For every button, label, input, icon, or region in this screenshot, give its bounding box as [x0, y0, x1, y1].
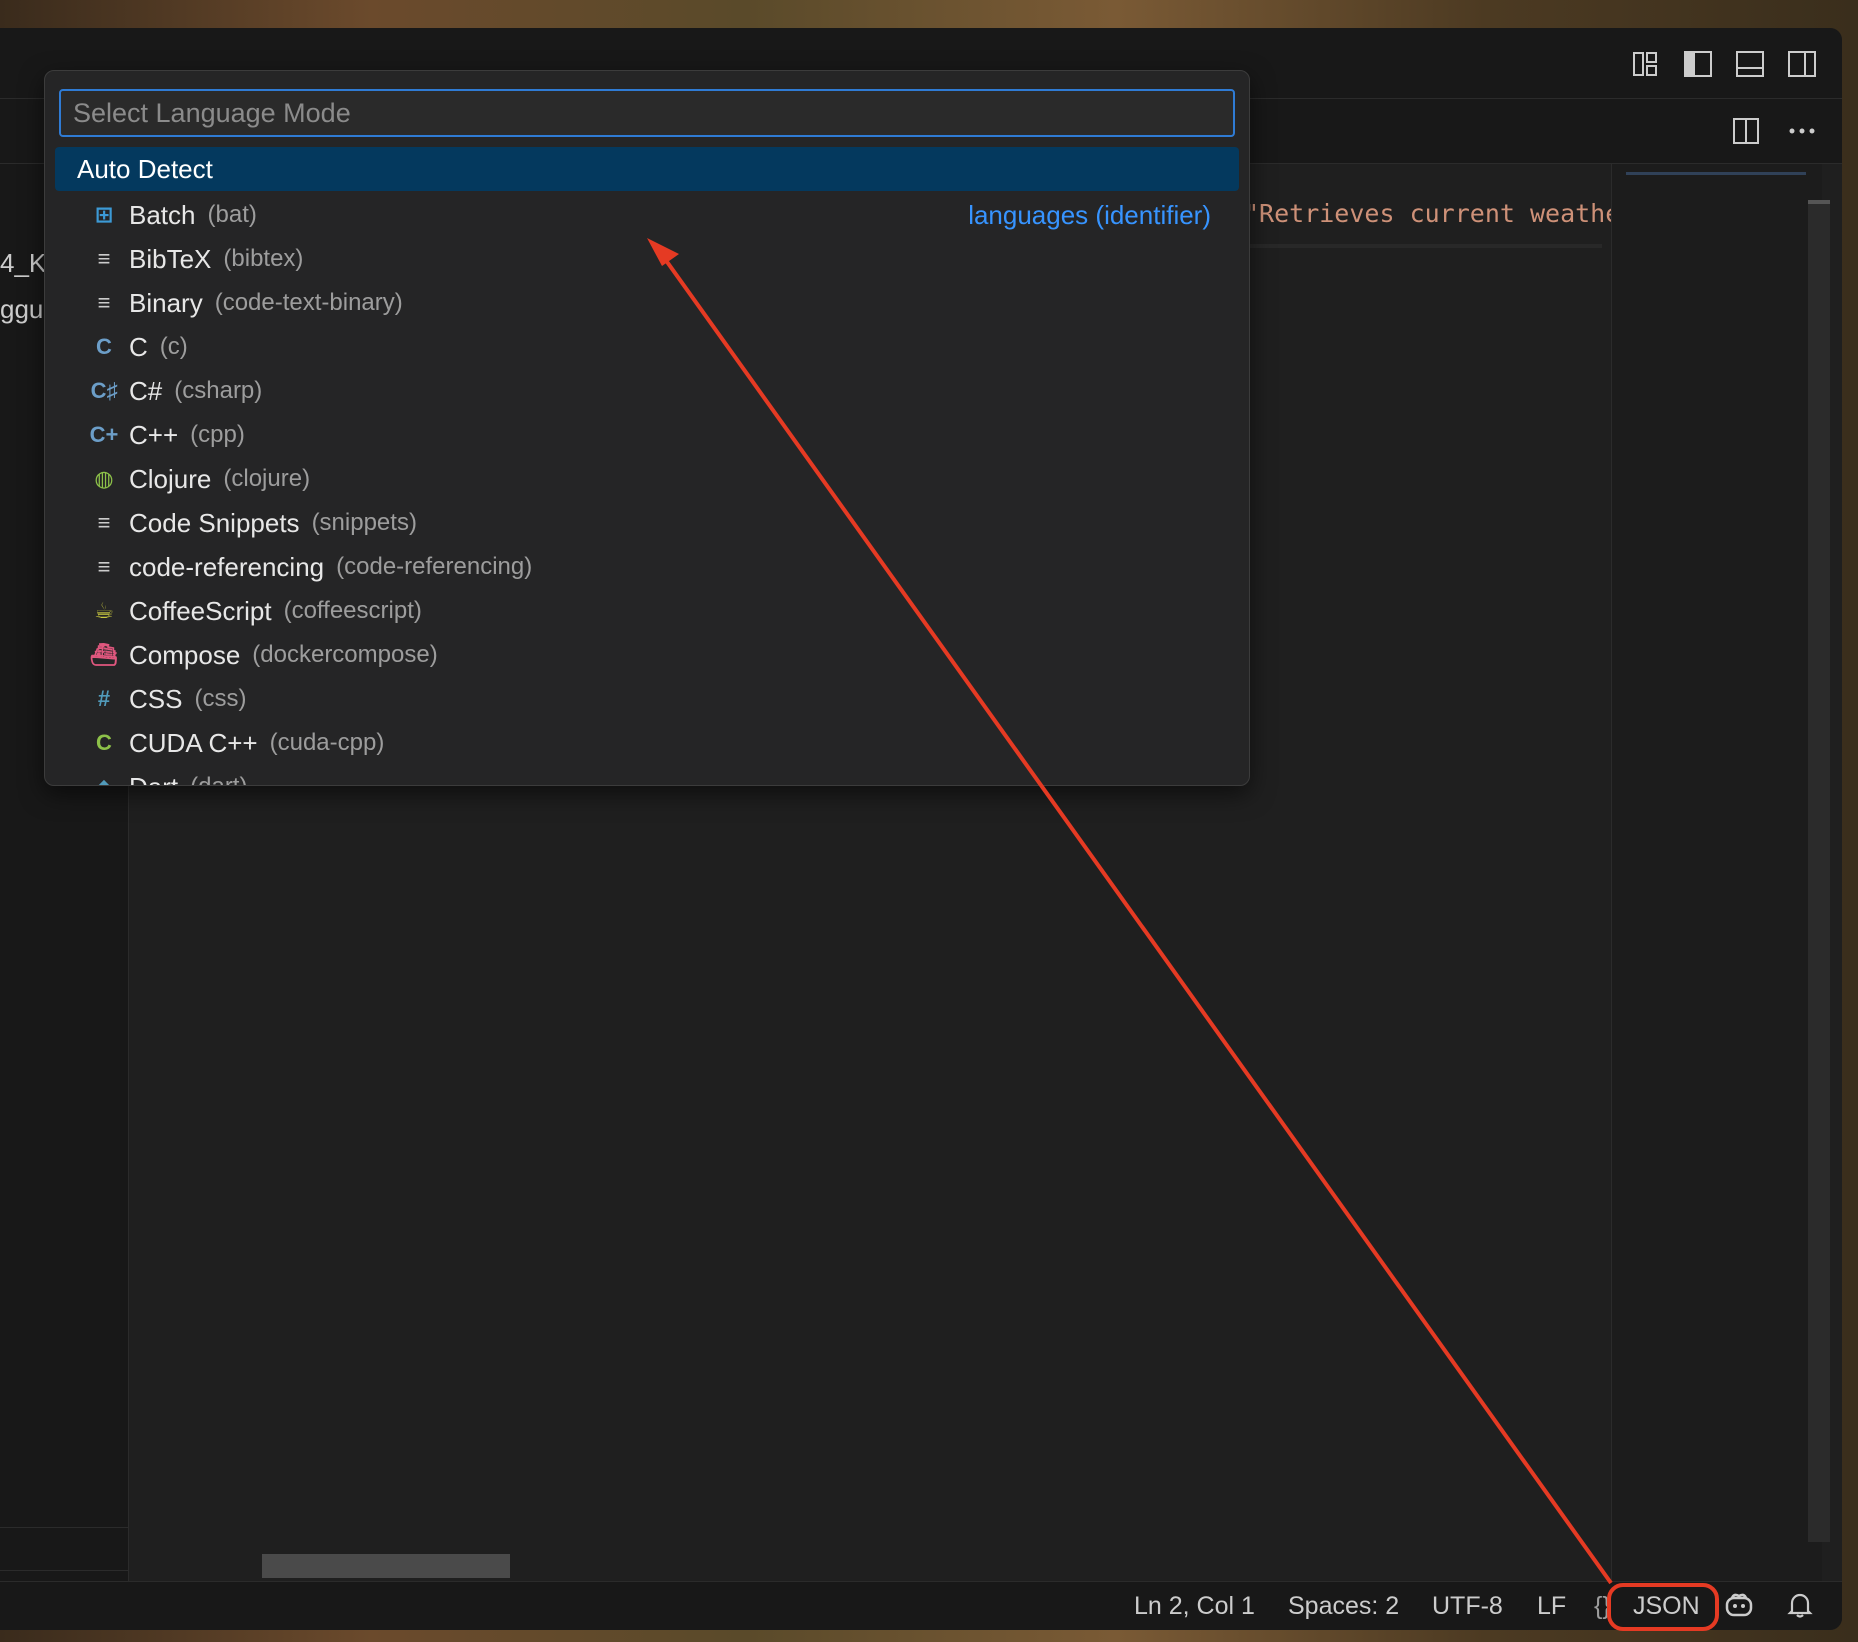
language-option-identifier: (bibtex) — [223, 245, 304, 272]
sidebar-file-label[interactable]: 4_K — [0, 248, 46, 279]
language-mode-quick-pick: Auto Detect ⊞ Batch (bat) languages (identif… — [44, 70, 1250, 786]
language-option-identifier: (bat) — [207, 201, 257, 228]
eol-status[interactable]: LF — [1537, 1592, 1566, 1621]
language-mode-search-input[interactable] — [59, 89, 1235, 137]
language-option-label: CSS — [129, 683, 183, 714]
sidebar-divider — [0, 1570, 128, 1571]
vscode-window: 4_K ggu "Retrieves current weathe Ln 2, … — [0, 28, 1842, 1630]
bell-icon[interactable] — [1787, 1591, 1813, 1626]
language-option-identifier: (code-text-binary) — [214, 289, 403, 316]
language-option-label: Clojure — [129, 463, 212, 494]
language-option-c-[interactable]: C+ C++ (cpp) — [55, 413, 1239, 457]
language-option-label: C — [129, 331, 148, 362]
language-list: Auto Detect ⊞ Batch (bat) languages (identif… — [55, 147, 1239, 785]
docker-icon: ⛴ — [90, 642, 118, 667]
indentation-status[interactable]: Spaces: 2 — [1288, 1592, 1399, 1621]
language-option-c-[interactable]: C♯ C# (csharp) — [55, 369, 1239, 413]
language-option-label: BibTeX — [129, 243, 212, 274]
lines-icon: ≡ — [97, 554, 111, 579]
encoding-status[interactable]: UTF-8 — [1432, 1592, 1503, 1621]
language-option-coffeescript[interactable]: ☕ CoffeeScript (coffeescript) — [55, 589, 1239, 633]
language-option-label: Batch — [129, 199, 196, 230]
minimap-line — [1626, 172, 1806, 175]
cursor-position[interactable]: Ln 2, Col 1 — [1134, 1592, 1255, 1621]
coffee-icon: ☕ — [94, 598, 114, 623]
language-option-label: code-referencing — [129, 551, 325, 582]
language-option-identifier: (cuda-cpp) — [269, 729, 385, 756]
language-option-identifier: (snippets) — [311, 509, 417, 536]
language-option-cuda-c-[interactable]: C CUDA C++ (cuda-cpp) — [55, 721, 1239, 765]
vertical-scrollbar-thumb[interactable] — [1808, 200, 1830, 204]
language-option-css[interactable]: # CSS (css) — [55, 677, 1239, 721]
cpp-icon: C+ — [89, 422, 119, 447]
vertical-scrollbar[interactable] — [1808, 200, 1830, 1542]
language-option-code-snippets[interactable]: ≡ Code Snippets (snippets) — [55, 501, 1239, 545]
language-option-identifier: (cpp) — [190, 421, 245, 448]
language-option-label: Compose — [129, 639, 241, 670]
toggle-primary-sidebar-icon[interactable] — [1682, 48, 1714, 80]
dart-icon: ◆ — [91, 774, 117, 785]
language-option-identifier: (dart) — [190, 773, 247, 785]
language-option-identifier: (coffeescript) — [283, 597, 422, 624]
horizontal-scrollbar-thumb[interactable] — [262, 1554, 510, 1578]
code-string: "Retrieves current weathe — [1244, 199, 1621, 228]
language-group-separator-label: languages (identifier) — [968, 199, 1211, 230]
language-option-label: Code Snippets — [129, 507, 300, 538]
editor-actions — [1730, 115, 1818, 147]
toggle-secondary-sidebar-icon[interactable] — [1786, 48, 1818, 80]
hash-icon: # — [97, 686, 111, 711]
lines-icon: ≡ — [97, 290, 111, 315]
language-option-identifier: (clojure) — [223, 465, 311, 492]
language-option-binary[interactable]: ≡ Binary (code-text-binary) — [55, 281, 1239, 325]
language-option-label: Dart — [129, 772, 178, 786]
sidebar-file-label[interactable]: ggu — [0, 294, 43, 325]
language-option-compose[interactable]: ⛴ Compose (dockercompose) — [55, 633, 1239, 677]
c-icon: C — [96, 334, 112, 359]
layout-controls — [1630, 48, 1818, 80]
language-option-dart[interactable]: ◆ Dart (dart) — [55, 765, 1239, 786]
language-option-label: Auto Detect — [77, 153, 213, 184]
cuda-icon: C — [96, 730, 112, 755]
language-option-label: Binary — [129, 287, 203, 318]
language-option-label: C# — [129, 375, 163, 406]
language-option-label: CoffeeScript — [129, 595, 272, 626]
language-option-identifier: (c) — [159, 333, 188, 360]
language-option-identifier: (dockercompose) — [252, 641, 438, 668]
language-status-highlight-annotation — [1607, 1583, 1719, 1631]
language-option-label: C++ — [129, 419, 179, 450]
sidebar-divider — [0, 1527, 128, 1528]
copilot-icon[interactable] — [1724, 1590, 1754, 1627]
language-option-c[interactable]: C C (c) — [55, 325, 1239, 369]
split-editor-icon[interactable] — [1730, 115, 1762, 147]
lines-icon: ≡ — [97, 246, 111, 271]
lines-icon: ≡ — [97, 510, 111, 535]
language-option-identifier: (csharp) — [174, 377, 263, 404]
language-option-clojure[interactable]: ◍ Clojure (clojure) — [55, 457, 1239, 501]
csharp-icon: C♯ — [90, 378, 118, 403]
language-option-code-referencing[interactable]: ≡ code-referencing (code-referencing) — [55, 545, 1239, 589]
language-option-identifier: (css) — [194, 685, 247, 712]
more-actions-icon[interactable] — [1786, 115, 1818, 147]
language-option-auto-detect[interactable]: Auto Detect — [55, 147, 1239, 191]
language-option-batch[interactable]: ⊞ Batch (bat) languages (identifier) — [55, 193, 1239, 237]
minimap[interactable] — [1611, 164, 1822, 1582]
windows-icon: ⊞ — [94, 202, 114, 227]
language-option-label: CUDA C++ — [129, 727, 258, 758]
language-option-bibtex[interactable]: ≡ BibTeX (bibtex) — [55, 237, 1239, 281]
clojure-icon: ◍ — [94, 466, 114, 491]
language-option-identifier: (code-referencing) — [336, 553, 533, 580]
status-bar: Ln 2, Col 1 Spaces: 2 UTF-8 LF {} JSON — [0, 1581, 1842, 1630]
toggle-panel-icon[interactable] — [1734, 48, 1766, 80]
customize-layout-icon[interactable] — [1630, 48, 1662, 80]
